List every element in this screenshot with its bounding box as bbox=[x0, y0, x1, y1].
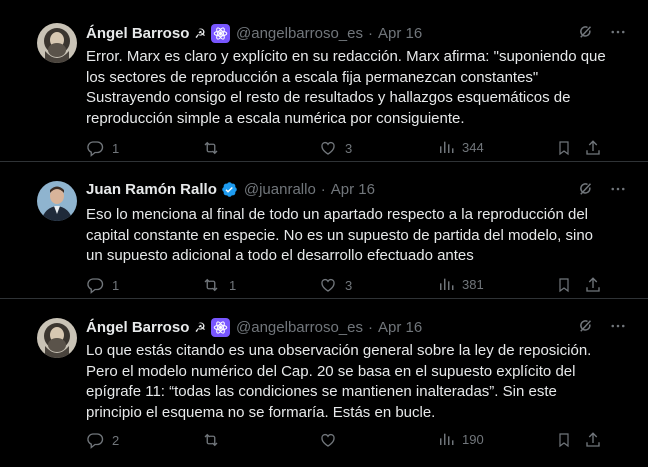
separator-dot: · bbox=[368, 319, 373, 336]
more-icon[interactable] bbox=[609, 180, 627, 202]
reply-button[interactable]: 1 bbox=[86, 139, 119, 157]
author-handle[interactable]: @juanrallo bbox=[244, 181, 316, 198]
tweet-text: Lo que estás citando es una observación … bbox=[86, 342, 592, 421]
separator-dot: · bbox=[368, 25, 373, 42]
retweet-button[interactable] bbox=[201, 431, 221, 449]
views-icon bbox=[438, 276, 454, 292]
grok-icon[interactable] bbox=[577, 23, 595, 45]
reply-icon bbox=[86, 139, 104, 157]
author-handle[interactable]: @angelbarroso_es bbox=[236, 319, 363, 336]
hammer-sickle-icon: ☭ bbox=[194, 319, 207, 335]
bookmark-button[interactable] bbox=[556, 431, 572, 449]
avatar[interactable] bbox=[37, 181, 77, 221]
tweet-actions: 1 3 344 bbox=[86, 139, 628, 159]
atom-badge-icon bbox=[211, 318, 231, 337]
retweet-icon bbox=[201, 276, 221, 294]
more-icon[interactable] bbox=[609, 317, 627, 339]
bookmark-icon bbox=[556, 276, 572, 294]
heart-icon bbox=[319, 431, 337, 449]
tweet-date[interactable]: Apr 16 bbox=[331, 181, 375, 198]
reply-icon bbox=[86, 431, 104, 449]
like-button[interactable]: 3 bbox=[319, 276, 352, 294]
views-button[interactable]: 381 bbox=[438, 276, 484, 292]
retweet-button[interactable]: 1 bbox=[201, 276, 236, 294]
tweet-text: Eso lo menciona al final de todo un apar… bbox=[86, 206, 593, 264]
share-icon bbox=[584, 139, 602, 157]
grok-icon[interactable] bbox=[577, 180, 595, 202]
heart-icon bbox=[319, 139, 337, 157]
hammer-sickle-icon: ☭ bbox=[194, 25, 207, 41]
count: 1 bbox=[112, 277, 120, 293]
count: 1 bbox=[112, 140, 120, 156]
share-icon bbox=[584, 276, 602, 294]
tweet-date[interactable]: Apr 16 bbox=[378, 319, 422, 336]
reply-button[interactable]: 1 bbox=[86, 276, 119, 294]
author-name[interactable]: Ángel Barroso bbox=[86, 25, 189, 42]
reply-icon bbox=[86, 276, 104, 294]
retweet-icon bbox=[201, 431, 221, 449]
avatar[interactable] bbox=[37, 318, 77, 358]
more-icon[interactable] bbox=[609, 23, 627, 45]
views-icon bbox=[438, 139, 454, 155]
retweet-icon bbox=[201, 139, 221, 157]
reply-button[interactable]: 2 bbox=[86, 431, 119, 449]
count: 344 bbox=[462, 139, 484, 155]
count: 381 bbox=[462, 276, 484, 292]
views-button[interactable]: 190 bbox=[438, 431, 484, 447]
grok-icon[interactable] bbox=[577, 317, 595, 339]
atom-badge-icon bbox=[211, 24, 231, 43]
share-icon bbox=[584, 431, 602, 449]
like-button[interactable]: 3 bbox=[319, 139, 352, 157]
heart-icon bbox=[319, 276, 337, 294]
count: 3 bbox=[345, 277, 353, 293]
count: 1 bbox=[229, 277, 237, 293]
like-button[interactable] bbox=[319, 431, 337, 449]
tweet-actions: 1 1 3 381 bbox=[86, 276, 628, 296]
author-handle[interactable]: @angelbarroso_es bbox=[236, 25, 363, 42]
count: 190 bbox=[462, 431, 484, 447]
tweet-actions: 2 190 bbox=[86, 431, 628, 451]
bookmark-icon bbox=[556, 431, 572, 449]
count: 3 bbox=[345, 140, 353, 156]
retweet-button[interactable] bbox=[201, 139, 221, 157]
bookmark-button[interactable] bbox=[556, 139, 572, 157]
bookmark-button[interactable] bbox=[556, 276, 572, 294]
author-name[interactable]: Ángel Barroso bbox=[86, 319, 189, 336]
verified-badge-icon bbox=[221, 181, 238, 198]
count: 2 bbox=[112, 432, 120, 448]
share-button[interactable] bbox=[584, 431, 602, 449]
bookmark-icon bbox=[556, 139, 572, 157]
tweet-text: Error. Marx es claro y explícito en su r… bbox=[86, 48, 606, 127]
avatar[interactable] bbox=[37, 23, 77, 63]
views-icon bbox=[438, 431, 454, 447]
share-button[interactable] bbox=[584, 276, 602, 294]
tweet-date[interactable]: Apr 16 bbox=[378, 25, 422, 42]
separator-dot: · bbox=[320, 181, 326, 198]
tweet[interactable]: Ángel Barroso ☭ @angelbarroso_es · Apr 1… bbox=[0, 0, 648, 162]
views-button[interactable]: 344 bbox=[438, 139, 484, 155]
author-name[interactable]: Juan Ramón Rallo bbox=[86, 181, 217, 198]
share-button[interactable] bbox=[584, 139, 602, 157]
